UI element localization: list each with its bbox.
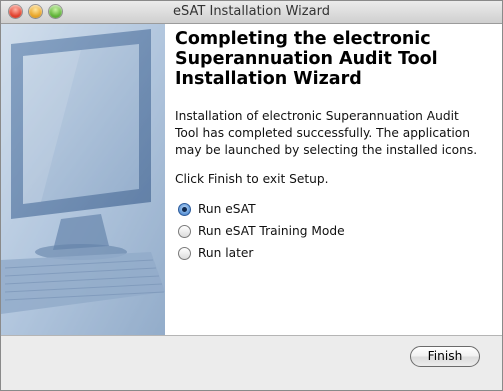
option-run-training-mode[interactable]: Run eSAT Training Mode xyxy=(178,220,345,242)
wizard-content-panel: Completing the electronic Superannuation… xyxy=(165,24,502,335)
description-line: Installation of electronic Superannuatio… xyxy=(175,109,459,123)
radio-button[interactable] xyxy=(178,246,191,260)
option-label[interactable]: Run eSAT xyxy=(198,202,256,216)
option-label[interactable]: Run eSAT Training Mode xyxy=(198,224,345,238)
launch-options-group: Run eSAT Run eSAT Training Mode Run late… xyxy=(178,198,345,264)
radio-button-selected[interactable] xyxy=(178,202,191,216)
description-line: may be launched by selecting the install… xyxy=(175,143,478,157)
description-line: Tool has completed successfully. The app… xyxy=(175,126,470,140)
installer-window: eSAT Installation Wizard Completing the … xyxy=(0,0,503,391)
option-label[interactable]: Run later xyxy=(198,246,253,260)
window-title: eSAT Installation Wizard xyxy=(173,4,330,19)
heading-line: Superannuation Audit Tool xyxy=(175,49,438,69)
finish-button[interactable]: Finish xyxy=(410,346,480,367)
exit-instruction: Click Finish to exit Setup. xyxy=(175,172,329,186)
title-bar[interactable]: eSAT Installation Wizard xyxy=(1,1,502,24)
page-heading: Completing the electronic Superannuation… xyxy=(175,29,497,89)
option-run-esat[interactable]: Run eSAT xyxy=(178,198,345,220)
completion-description: Installation of electronic Superannuatio… xyxy=(175,108,500,159)
heading-line: Completing the electronic xyxy=(175,29,431,49)
wizard-footer: Finish xyxy=(1,336,502,390)
radio-button[interactable] xyxy=(178,224,191,238)
computer-monitor-illustration xyxy=(1,24,165,335)
option-run-later[interactable]: Run later xyxy=(178,242,345,264)
heading-line: Installation Wizard xyxy=(175,69,362,89)
wizard-side-image xyxy=(1,24,165,335)
